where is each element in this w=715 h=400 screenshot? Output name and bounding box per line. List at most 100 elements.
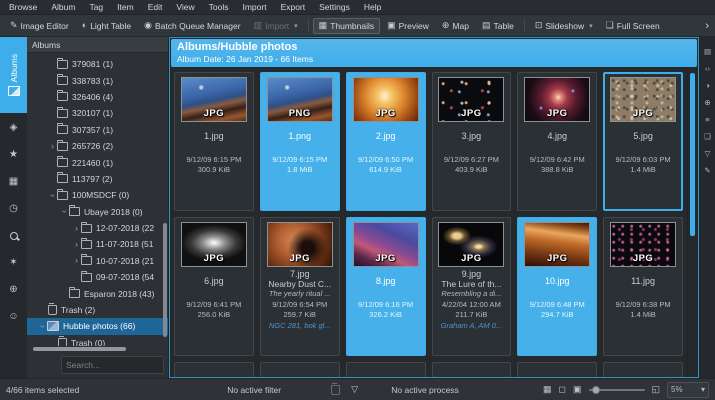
thumbnail-cell[interactable]: JPG 11.jpg 9/12/09 6:38 PM1.4 MiB (603, 217, 683, 356)
sidebar-tab-map[interactable]: ⊕ (0, 277, 27, 302)
expander-right-icon[interactable]: › (72, 240, 81, 249)
sidebar-tab-captions[interactable]: ≡ (705, 111, 709, 128)
photo-tags[interactable]: NGC 281, bok gl... (269, 321, 331, 330)
sidebar-tab-metadata[interactable]: ‹› (705, 60, 710, 77)
thumbnail-cell[interactable]: JPG 1.jpg 9/12/09 6:15 PM300.9 KiB (174, 72, 254, 211)
batch-queue-manager-button[interactable]: ◉ Batch Queue Manager (138, 18, 246, 34)
sidebar-tab-search[interactable] (0, 223, 27, 248)
album-tree-item-trash[interactable]: Trash (0) (27, 335, 168, 346)
menu-album[interactable]: Album (44, 2, 82, 12)
thumbnail-cell-focused[interactable]: JPG 5.jpg 9/12/09 6:03 PM1.4 MiB (603, 72, 683, 211)
expander-right-icon[interactable]: › (72, 224, 81, 233)
menu-browse[interactable]: Browse (2, 2, 44, 12)
full-screen-button[interactable]: ❏ Full Screen (600, 18, 666, 34)
menu-settings[interactable]: Settings (312, 2, 357, 12)
sidebar-tab-map[interactable]: ⊕ (704, 94, 710, 111)
sidebar-tab-filters[interactable]: ▽ (705, 145, 711, 162)
photo-tags[interactable]: Graham A, AM 0... (441, 321, 503, 330)
album-tree-item[interactable]: ›265726 (2) (27, 138, 168, 154)
sidebar-tab-colors[interactable]: ◑ (705, 77, 710, 94)
preview-button[interactable]: ▣ Preview (381, 18, 435, 34)
thumbnail-cell[interactable] (517, 362, 597, 377)
menu-view[interactable]: View (169, 2, 201, 12)
album-tree-item[interactable]: ›11-07-2018 (51 (27, 236, 168, 252)
funnel-icon[interactable]: ▽ (351, 385, 358, 394)
sidebar-tab-albums[interactable]: Albums (0, 37, 27, 113)
sidebar-tab-labels[interactable]: ★ (0, 142, 27, 167)
tree-vertical-scrollbar[interactable] (163, 223, 167, 337)
menu-help[interactable]: Help (357, 2, 388, 12)
chevron-down-icon[interactable]: ▾ (589, 22, 593, 30)
scrollbar-thumb[interactable] (690, 73, 695, 236)
map-view-button[interactable]: ⊕ Map (436, 18, 475, 34)
album-tree-item[interactable]: 379081 (1) (27, 56, 168, 72)
album-tree-item[interactable]: 09-07-2018 (54 (27, 269, 168, 285)
album-tree-item-hubble-photos[interactable]: ›Hubble photos (66) (27, 318, 168, 334)
thumbnail-cell[interactable] (346, 362, 426, 377)
sidebar-tab-properties[interactable]: ▤ (704, 43, 711, 60)
thumbnail-cell[interactable] (260, 362, 340, 377)
thumbnail-cell-selected[interactable]: JPG 8.jpg 9/12/09 6:16 PM326.2 KiB (346, 217, 426, 356)
expander-down-icon[interactable]: › (48, 191, 57, 200)
sidebar-tab-tools[interactable]: ✎ (704, 162, 710, 179)
menu-edit[interactable]: Edit (141, 2, 170, 12)
menu-tag[interactable]: Tag (82, 2, 110, 12)
album-tree-item[interactable]: ›100MSDCF (0) (27, 187, 168, 203)
table-view-button[interactable]: ▤ Table (476, 18, 520, 34)
file-name: 5.jpg (633, 131, 653, 141)
album-tree-item[interactable]: ›12-07-2018 (22 (27, 220, 168, 236)
thumbnail-cell-selected[interactable]: JPG 2.jpg 9/12/09 6:50 PM614.9 KiB (346, 72, 426, 211)
thumbnail-cell-selected[interactable]: JPG 10.jpg 9/12/09 6:48 PM294.7 KiB (517, 217, 597, 356)
menu-tools[interactable]: Tools (202, 2, 236, 12)
album-tree-item[interactable]: ›Ubaye 2018 (0) (27, 204, 168, 220)
thumbnail-size-slider[interactable] (589, 385, 645, 395)
slideshow-button[interactable]: ⊡ Slideshow ▾ (529, 18, 599, 34)
menu-export[interactable]: Export (274, 2, 313, 12)
album-tree-item[interactable]: 320107 (1) (27, 105, 168, 121)
album-tree-item[interactable]: Esparon 2018 (43) (27, 285, 168, 301)
zoom-100-icon[interactable]: ◻ (559, 385, 566, 394)
thumbnail-cell[interactable]: JPG 4.jpg 9/12/09 6:42 PM388.8 KiB (517, 72, 597, 211)
slider-handle[interactable] (592, 386, 600, 394)
expander-down-icon[interactable]: › (38, 322, 47, 331)
sidebar-tab-similarity[interactable]: ✶ (0, 250, 27, 275)
small-thumbnails-icon[interactable]: ▣ (573, 385, 582, 394)
large-thumbnails-icon[interactable]: ◱ (652, 385, 661, 394)
album-tree-item[interactable]: 113797 (2) (27, 171, 168, 187)
fit-to-window-icon[interactable]: ▦ (543, 385, 552, 394)
sidebar-tab-versions[interactable]: ❏ (704, 128, 711, 145)
thumbnails-view-button[interactable]: ▦ Thumbnails (313, 18, 380, 34)
album-tree-item[interactable]: ›10-07-2018 (21 (27, 253, 168, 269)
file-name: 7.jpg (290, 269, 310, 279)
sidebar-tab-tags[interactable]: ◈ (0, 115, 27, 140)
thumbnail-cell-selected[interactable]: PNG 1.png 9/12/09 6:15 PM1.8 MiB (260, 72, 340, 211)
grid-vertical-scrollbar[interactable] (687, 68, 698, 377)
tree-horizontal-scrollbar[interactable] (33, 347, 126, 351)
thumbnail-cell[interactable]: JPG 9.jpg The Lure of th... Resembling a… (432, 217, 512, 356)
album-tree-item[interactable]: 338783 (1) (27, 72, 168, 88)
thumbnail-cell[interactable] (603, 362, 683, 377)
album-tree-item-trash[interactable]: Trash (2) (27, 302, 168, 318)
thumbnail-cell[interactable] (432, 362, 512, 377)
album-tree-item[interactable]: 307357 (1) (27, 122, 168, 138)
thumbnail-cell[interactable]: JPG 3.jpg 9/12/09 6:27 PM403.9 KiB (432, 72, 512, 211)
album-search-input[interactable]: Search... (61, 356, 164, 374)
thumbnail-cell[interactable] (174, 362, 254, 377)
light-table-button[interactable]: ◐ Light Table (76, 18, 137, 34)
menu-import[interactable]: Import (235, 2, 273, 12)
expander-right-icon[interactable]: › (48, 142, 57, 151)
expander-right-icon[interactable]: › (72, 256, 81, 265)
toolbar-overflow-chevron[interactable]: › (705, 20, 711, 32)
sidebar-tab-people[interactable]: ☺ (0, 304, 27, 329)
sidebar-tab-dates[interactable]: ▦ (0, 169, 27, 194)
expander-down-icon[interactable]: › (60, 207, 69, 216)
image-editor-button[interactable]: ✎ Image Editor (4, 18, 75, 34)
album-tree-item[interactable]: 326406 (4) (27, 89, 168, 105)
album-tree-item[interactable]: 221460 (1) (27, 154, 168, 170)
sidebar-tab-timeline[interactable]: ◷ (0, 196, 27, 221)
thumbnail-cell[interactable]: JPG 6.jpg 9/12/09 6:41 PM256.0 KiB (174, 217, 254, 356)
thumbnail-cell[interactable]: JPG 7.jpg Nearby Dust C... The yearly ri… (260, 217, 340, 356)
zoom-level-combo[interactable]: 5%▾ (667, 382, 709, 398)
photo-thumbnail: JPG (181, 77, 247, 122)
menu-item[interactable]: Item (110, 2, 141, 12)
